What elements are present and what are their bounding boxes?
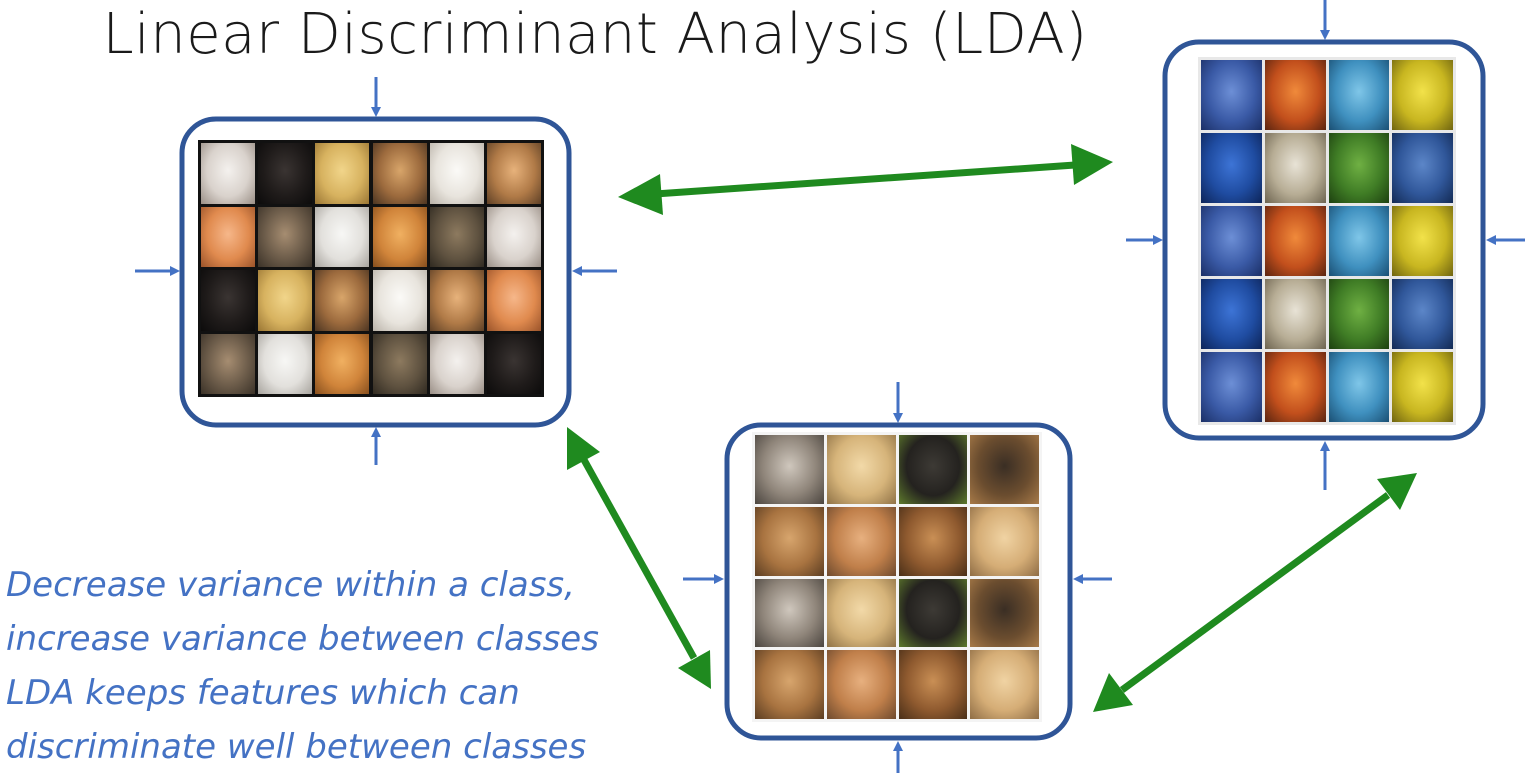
fish-photo-tile (1328, 352, 1390, 422)
cat-photo-tile (372, 143, 427, 204)
fish-photo-tile (1201, 133, 1262, 203)
dog-photo-tile (970, 650, 1039, 719)
fish-photo-tile (1328, 279, 1390, 349)
dog-photo-tile (898, 578, 968, 648)
cat-photo-tile (372, 206, 427, 267)
fish-photo-tile (1264, 60, 1326, 130)
dog-photo-tile (826, 506, 896, 576)
cat-photo-tile (486, 270, 541, 331)
dog-photo-tile (755, 650, 824, 719)
fish-photo-tile (1201, 279, 1262, 349)
dogs-collage-image (752, 432, 1042, 722)
cat-photo-tile (429, 333, 484, 394)
dog-photo-tile (898, 435, 968, 504)
dog-photo-tile (898, 506, 968, 576)
cat-photo-tile (486, 143, 541, 204)
cat-photo-tile (486, 206, 541, 267)
dog-photo-tile (755, 435, 824, 504)
fish-photo-tile (1201, 206, 1262, 276)
dog-photo-tile (970, 435, 1039, 504)
cat-photo-tile (315, 206, 370, 267)
dog-photo-tile (826, 578, 896, 648)
between-arrow-cat-fish (618, 144, 1113, 215)
cat-photo-tile (429, 206, 484, 267)
fish-photo-tile (1392, 60, 1453, 130)
dog-photo-tile (826, 435, 896, 504)
caption-line-4: discriminate well between classes (6, 727, 587, 767)
cats-collage-image (198, 140, 544, 397)
fish-photo-tile (1392, 279, 1453, 349)
fish-photo-tile (1264, 206, 1326, 276)
cat-photo-tile (258, 143, 313, 204)
caption-line-2: increase variance between classes (6, 619, 599, 659)
fish-collage-image (1198, 57, 1456, 425)
dog-photo-tile (898, 650, 968, 719)
cat-photo-tile (486, 333, 541, 394)
cat-photo-tile (258, 333, 313, 394)
cat-photo-tile (201, 333, 256, 394)
dog-photo-tile (970, 578, 1039, 648)
fish-photo-tile (1328, 60, 1390, 130)
fish-photo-tile (1392, 133, 1453, 203)
fish-photo-tile (1264, 133, 1326, 203)
cat-photo-tile (429, 270, 484, 331)
cat-photo-tile (258, 206, 313, 267)
cat-photo-tile (315, 333, 370, 394)
fish-photo-tile (1392, 206, 1453, 276)
cat-photo-tile (372, 333, 427, 394)
fish-photo-tile (1392, 352, 1453, 422)
cat-photo-tile (315, 143, 370, 204)
dog-photo-tile (755, 578, 824, 648)
between-arrow-fish-dog (1093, 473, 1417, 712)
fish-photo-tile (1201, 352, 1262, 422)
cat-photo-tile (201, 206, 256, 267)
fish-photo-tile (1201, 60, 1262, 130)
fish-photo-tile (1264, 279, 1326, 349)
dog-photo-tile (755, 506, 824, 576)
cat-photo-tile (372, 270, 427, 331)
dog-photo-tile (826, 650, 896, 719)
cat-photo-tile (201, 143, 256, 204)
dog-photo-tile (970, 506, 1039, 576)
fish-photo-tile (1328, 133, 1390, 203)
caption-line-3: LDA keeps features which can (6, 673, 520, 713)
cat-photo-tile (315, 270, 370, 331)
cat-photo-tile (429, 143, 484, 204)
fish-photo-tile (1264, 352, 1326, 422)
cat-photo-tile (201, 270, 256, 331)
cat-photo-tile (258, 270, 313, 331)
fish-photo-tile (1328, 206, 1390, 276)
caption-line-1: Decrease variance within a class, (6, 565, 575, 605)
caption: Decrease variance within a class, increa… (6, 558, 686, 774)
